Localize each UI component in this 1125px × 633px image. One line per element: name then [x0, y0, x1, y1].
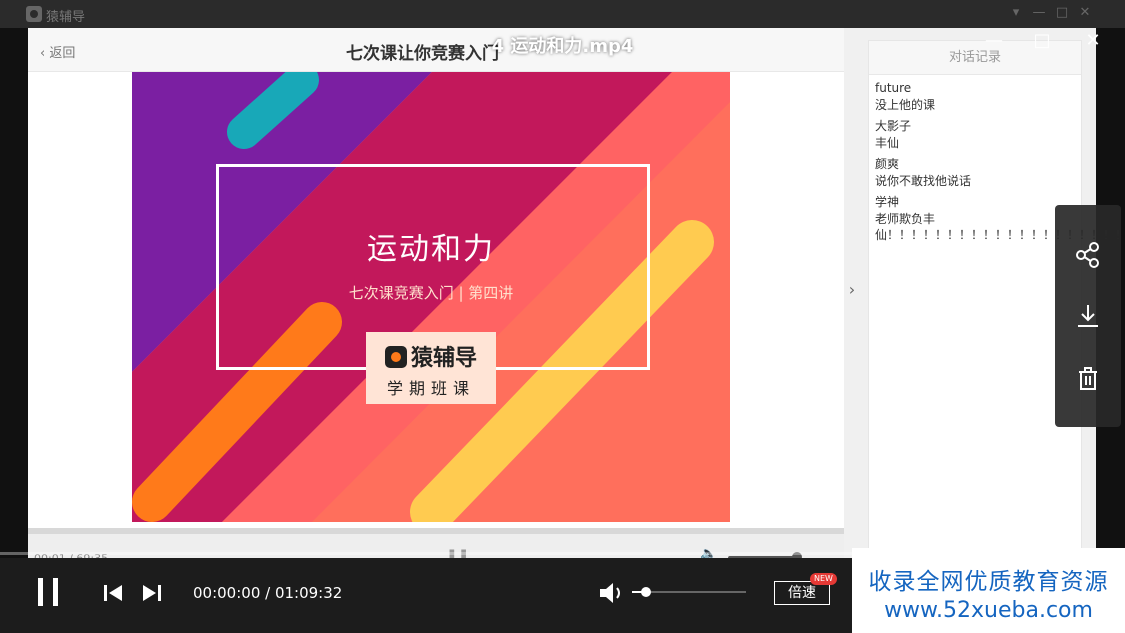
watermark-line2: www.52xueba.com: [884, 598, 1093, 623]
chat-message: future 没上他的课: [875, 79, 1075, 113]
volume-icon[interactable]: [598, 581, 626, 605]
new-badge: NEW: [810, 573, 837, 585]
slide-subtitle: 七次课竞赛入门 | 第四讲: [348, 284, 514, 302]
next-icon[interactable]: [141, 583, 163, 603]
minimize-icon[interactable]: —: [1030, 4, 1048, 22]
chat-user: 大影子: [875, 119, 912, 133]
chat-message: 学神 老师欺负丰仙！！！！！！！！！！！！！！！！！！！！！！！！！: [875, 193, 1125, 243]
maximize-icon[interactable]: □: [1053, 4, 1071, 22]
chat-messages[interactable]: future 没上他的课 大影子 丰仙 颜爽 说你不敢找他说话 学神 老师欺负丰…: [869, 75, 1125, 251]
brand-card: 猿辅导 学期班课: [366, 332, 496, 404]
pause-button[interactable]: [36, 578, 60, 606]
video-frame[interactable]: ‹ 返回 七次课让你竞赛入门 运动和力 七次课竞赛入门 | 第四讲 猿辅导 学期…: [28, 28, 1125, 633]
watermark: 收录全网优质教育资源 www.52xueba.com: [852, 548, 1125, 633]
download-icon[interactable]: [1072, 300, 1104, 332]
app-name: 猿辅导: [46, 10, 86, 25]
brand-name-text: 猿辅导: [410, 346, 477, 371]
volume-slider[interactable]: [632, 587, 746, 597]
watermark-line1: 收录全网优质教育资源: [868, 569, 1109, 595]
brand-logo-icon: [384, 346, 407, 368]
player-close-icon[interactable]: ✕: [1081, 29, 1105, 53]
time-readout: 00:00:00 / 01:09:32: [193, 584, 343, 602]
share-icon[interactable]: [1072, 239, 1104, 271]
brand-name: 猿辅导: [366, 340, 496, 372]
video-file-title: 4 运动和力.mp4: [491, 36, 634, 57]
share-panel: [1055, 205, 1121, 427]
volume-knob[interactable]: [640, 587, 651, 597]
chat-user: future: [875, 81, 912, 95]
chat-panel: 对话记录 future 没上他的课 大影子 丰仙 颜爽 说你不敢找他说话 学神 …: [868, 40, 1125, 550]
chevron-right-icon[interactable]: ›: [844, 280, 860, 300]
chat-text: 老师欺负丰仙！！！！！！！！！！！！！！！！！！！！！！！！！: [875, 212, 1125, 242]
chat-user: 学神: [875, 195, 900, 209]
window-titlebar: 猿辅导 ▾ — □ ✕: [0, 0, 1125, 28]
chat-user: 颜爽: [875, 157, 900, 171]
video-player-screen: 猿辅导 ▾ — □ ✕ ‹ 返回 七次课让你竞赛入门 运动和力 七次课竞赛入门 …: [0, 0, 1125, 633]
previous-icon[interactable]: [102, 583, 124, 603]
player-minimize-icon[interactable]: —: [982, 29, 1006, 53]
menu-icon[interactable]: ▾: [1007, 4, 1025, 22]
player-maximize-icon[interactable]: □: [1030, 29, 1054, 53]
course-slide: 运动和力 七次课竞赛入门 | 第四讲 猿辅导 学期班课: [132, 72, 730, 522]
chat-message: 大影子 丰仙: [875, 117, 1075, 151]
brand-tag: 学期班课: [386, 379, 475, 398]
chat-message: 颜爽 说你不敢找他说话: [875, 155, 1075, 189]
chat-text: 说你不敢找他说话: [875, 174, 972, 188]
app-logo-icon: [26, 6, 42, 22]
delete-icon[interactable]: [1072, 363, 1104, 395]
chat-text: 丰仙: [875, 136, 900, 150]
close-icon[interactable]: ✕: [1076, 4, 1094, 22]
chat-text: 没上他的课: [875, 98, 936, 112]
slide-title: 运动和力: [367, 232, 495, 267]
